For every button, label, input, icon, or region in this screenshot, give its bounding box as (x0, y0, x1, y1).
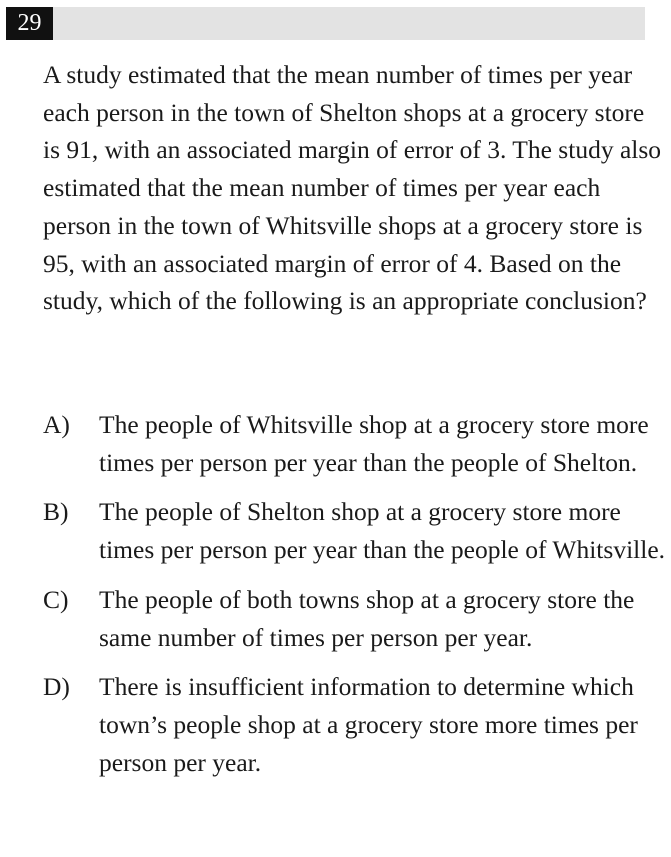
choice-text: There is insufficient information to det… (99, 672, 638, 777)
choice-a[interactable]: A) The people of Whitsville shop at a gr… (43, 406, 669, 481)
choice-text: The people of Shelton shop at a grocery … (99, 497, 666, 565)
choice-text: The people of both towns shop at a groce… (99, 584, 635, 652)
answer-choices: A) The people of Whitsville shop at a gr… (43, 406, 669, 781)
choice-letter: A) (43, 410, 70, 439)
choice-b[interactable]: B) The people of Shelton shop at a groce… (43, 493, 669, 568)
question-number: 29 (6, 7, 53, 40)
choice-letter: B) (43, 497, 69, 527)
choice-letter: C) (43, 584, 69, 614)
choice-text: The people of Whitsville shop at a groce… (99, 410, 649, 477)
choice-letter: D) (43, 672, 70, 702)
choice-d[interactable]: D) There is insufficient information to … (43, 668, 669, 781)
question-header-bar (6, 7, 645, 40)
choice-c[interactable]: C) The people of both towns shop at a gr… (43, 581, 669, 656)
question-stem: A study estimated that the mean number o… (43, 60, 662, 316)
